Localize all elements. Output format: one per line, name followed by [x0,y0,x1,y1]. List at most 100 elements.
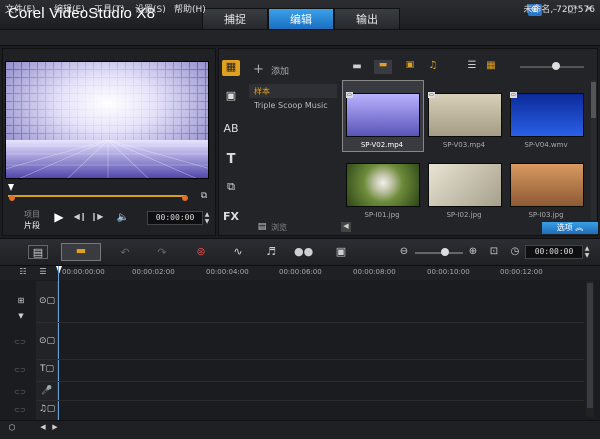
redo-icon[interactable]: ↷ [155,246,169,259]
folder-samples-label: 样本 [254,87,270,96]
ruler-tick-5: 00:00:10:00 [427,268,470,276]
thumb-sp-i03[interactable] [510,163,584,207]
browse-icon[interactable]: ▤ [256,222,268,232]
track-divider [36,381,584,382]
filter-icon[interactable]: FX [222,210,240,226]
timeline-tracks[interactable] [0,280,600,420]
thumbnail-size-handle[interactable] [552,62,560,70]
duration-clock-icon[interactable]: ◷ [509,246,521,258]
mode-project[interactable]: 项目 [24,209,40,220]
video-badge-icon: ▭ [510,92,517,98]
label-sp-i03: SP-I03.jpg [528,211,564,219]
next-frame-icon[interactable]: ❙▶ [89,212,105,224]
timeline-timecode-stepper[interactable]: ▲ ▼ [583,245,591,259]
trim-start-handle[interactable] [9,195,15,201]
link-icon[interactable]: ⊂⊃ [14,406,26,416]
zoom-handle[interactable] [441,248,449,256]
title-track-icon[interactable]: T▢ [36,364,58,378]
timeline-extend-icon[interactable]: ⬡ [4,423,20,435]
ruler-tick-2: 00:00:04:00 [206,268,249,276]
ruler-tick-4: 00:00:08:00 [353,268,396,276]
label-sp-v03: SP-V03.mp4 [442,141,486,149]
motion-tracking-icon[interactable]: ●● [294,245,313,259]
show-photo-icon[interactable]: ▣ [401,60,419,74]
fit-project-icon[interactable]: ⊡ [488,246,500,258]
volume-icon[interactable]: 🔈 [116,212,130,224]
label-sp-i02: SP-I02.jpg [446,211,482,219]
zoom-out-icon[interactable]: ⊖ [398,246,410,258]
video-track-icon[interactable]: ⊙▢ [36,296,58,312]
overlay-track-icon[interactable]: ⊙▢ [36,336,58,352]
tab-capture[interactable]: 捕捉 [202,8,268,30]
link-icon[interactable]: ⊂⊃ [14,366,26,376]
label-sp-v04: SP-V04.wmv [524,141,568,149]
browse-label[interactable]: 浏览 [271,222,287,233]
subtitle-editor-icon[interactable]: ▣ [333,245,349,259]
tab-edit[interactable]: 编辑 [268,8,334,30]
zoom-slider[interactable] [415,252,463,254]
link-icon[interactable]: ⊂⊃ [14,338,26,348]
scroll-left-icon[interactable]: ◀ [38,423,48,435]
tab-share[interactable]: 输出 [334,8,400,30]
ruler-tick-3: 00:00:06:00 [279,268,322,276]
ripple-editing-icon[interactable]: ⊞ [14,296,28,308]
thumb-sp-i01[interactable] [346,163,420,207]
trim-end-handle[interactable] [182,195,188,201]
options-button[interactable]: 选项 ︽ [542,222,598,234]
preview-screen [5,61,209,179]
storyboard-view-icon[interactable]: ▤ [28,245,48,259]
ripple-dropdown-icon[interactable]: ▼ [14,312,28,322]
thumb-sp-i02[interactable] [428,163,502,207]
graphic-icon[interactable]: ⧉ [222,180,240,196]
list-view-icon[interactable]: ☰ [465,60,479,74]
menu-tools[interactable]: 工具(T) [94,2,125,15]
track-manager-icon[interactable]: ☷ [16,267,30,278]
timecode-stepper[interactable]: ▲ ▼ [203,211,211,225]
timeline-timecode[interactable]: 00:00:00 [525,245,583,259]
preview-timecode[interactable]: 00:00:00 [147,211,203,225]
menu-bar [0,30,600,46]
transition-icon[interactable]: AB [222,122,240,138]
timeline-scrollbar[interactable] [0,420,600,439]
mode-clip[interactable]: 片段 [24,220,40,231]
menu-file[interactable]: 文件(F) [5,2,35,15]
enlarge-icon[interactable]: ⧉ [198,191,210,203]
media-icon[interactable]: ▦ [222,60,240,76]
play-button[interactable]: ▶ [52,210,66,224]
menu-edit[interactable]: 编辑(E) [54,2,85,15]
collapse-arrow-icon[interactable]: ◀ [341,222,351,232]
add-folder-label[interactable]: 添加 [271,64,289,77]
title-icon[interactable]: T [222,152,240,168]
show-audio-icon[interactable]: ♫ [426,60,440,74]
folder-icon[interactable]: ▬ [350,61,364,73]
prev-frame-icon[interactable]: ◀❙ [72,212,88,224]
timeline-ruler[interactable]: ☷ ☰ 00:00:00:00 00:00:02:00 00:00:04:00 … [0,266,600,280]
playhead-line [58,266,59,420]
zoom-in-icon[interactable]: ⊕ [467,246,479,258]
scroll-right-icon[interactable]: ▶ [50,423,60,435]
timeline-vscroll[interactable] [586,281,594,417]
voice-track-icon[interactable]: 🎤 [36,386,58,400]
menu-help[interactable]: 帮助(H) [174,2,206,15]
thumb-sp-v02[interactable] [346,93,420,137]
undo-icon[interactable]: ↶ [118,246,132,259]
thumbnail-view-icon[interactable]: ▦ [484,60,498,74]
thumb-sp-v03[interactable] [428,93,502,137]
library-scrollbar[interactable] [591,80,596,220]
menu-settings[interactable]: 设置(S) [135,2,166,15]
label-sp-i01: SP-I01.jpg [364,211,400,219]
sound-mixer-icon[interactable]: ∿ [230,245,246,259]
link-icon[interactable]: ⊂⊃ [14,388,26,398]
chapter-marker-icon[interactable]: ☰ [36,267,50,278]
music-track-icon[interactable]: ♫▢ [36,404,58,418]
record-capture-icon[interactable]: ⊛ [193,245,209,259]
scrub-bar[interactable] [8,193,186,199]
instant-project-icon[interactable]: ▣ [222,89,240,105]
timeline-view-icon[interactable]: ▬ [61,243,101,261]
auto-music-icon[interactable]: ♬ [263,245,279,259]
folder-triple-scoop[interactable]: Triple Scoop Music [254,101,328,110]
add-icon[interactable]: + [253,62,264,77]
thumb-sp-v04[interactable] [510,93,584,137]
show-video-icon[interactable]: ▬ [374,60,392,74]
label-sp-v02: SP-V02.mp4 [360,141,404,149]
